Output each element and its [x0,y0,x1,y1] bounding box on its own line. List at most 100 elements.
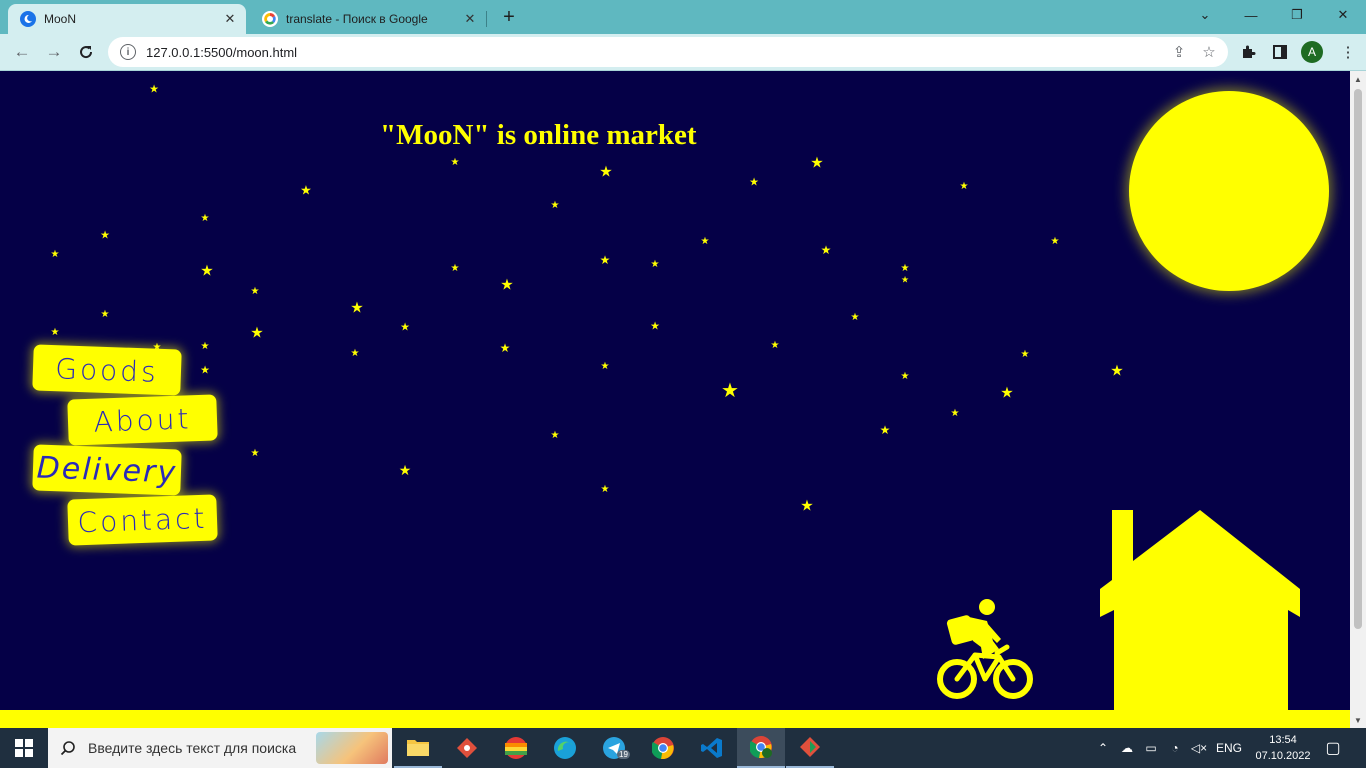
telegram-unread-badge: 19 [617,750,630,759]
reload-icon[interactable] [72,38,100,66]
page-viewport: ★ ★ ★ ★ ★ ★ ★ ★ ★ ★ ★ ★ ★ ★ ★ ★ ★ ★ ★ ★ ★ ★ ★ ★ ★ ★ ★ ★ ★ ★ ★ ★ ★ ★ ★ ★ ★ ★ ★ ★… [0,71,1350,728]
star: ★ [450,157,460,168]
tab-title: translate - Поиск в Google [286,12,428,26]
vscode-icon[interactable] [688,728,736,768]
back-icon[interactable]: ← [8,38,36,66]
star: ★ [250,448,260,459]
star: ★ [959,181,969,192]
star: ★ [650,320,660,333]
star: ★ [200,341,210,352]
search-placeholder: Введите здесь текст для поиска [88,740,297,756]
clock-time: 13:54 [1269,734,1297,746]
side-panel-icon[interactable] [1268,40,1292,64]
browser-menu-icon[interactable]: ⋮ [1336,40,1360,64]
star: ★ [650,259,660,270]
battery-icon[interactable]: ▭ [1140,728,1162,768]
star: ★ [1050,236,1060,247]
search-icon [48,740,88,756]
star: ★ [200,364,210,377]
forward-icon[interactable]: → [40,38,68,66]
tab-search-button[interactable]: ⌄ [1182,2,1228,28]
close-tab-icon[interactable]: ✕ [460,9,480,29]
windows-taskbar: Введите здесь текст для поиска 19 ⌃ ☁ ▭ … [0,728,1366,768]
star: ★ [300,182,312,198]
site-info-icon[interactable]: i [120,44,136,60]
profile-avatar[interactable]: A [1301,41,1323,63]
minimize-button[interactable]: — [1228,2,1274,28]
contact-button[interactable]: Contact [67,494,218,546]
volume-muted-icon[interactable]: ◁× [1188,728,1210,768]
star: ★ [900,263,910,274]
star: ★ [749,176,759,189]
onedrive-icon[interactable]: ☁ [1116,728,1138,768]
tab-moon[interactable]: MooN ✕ [8,4,246,34]
star: ★ [550,430,560,441]
goods-button[interactable]: Goods [32,344,182,396]
ground-strip [0,710,1350,728]
input-language[interactable]: ENG [1212,728,1246,768]
delivery-button[interactable]: Delivery [32,444,182,496]
star: ★ [900,274,910,285]
git-gui-icon[interactable] [786,728,834,768]
bookmark-star-icon[interactable]: ☆ [1198,41,1220,63]
star: ★ [1110,362,1124,380]
star: ★ [250,286,260,297]
clock-date: 07.10.2022 [1255,750,1311,762]
taskbar-search-box[interactable]: Введите здесь текст для поиска [48,728,392,768]
scrollbar-thumb[interactable] [1354,89,1362,629]
git-tool-icon[interactable] [443,728,491,768]
close-tab-icon[interactable]: ✕ [220,9,240,29]
star: ★ [600,484,610,495]
star: ★ [149,83,159,96]
browser-toolbar: ← → i 127.0.0.1:5500/moon.html ⇪ ☆ A ⋮ [0,34,1366,71]
show-hidden-icons-icon[interactable]: ⌃ [1092,728,1114,768]
star: ★ [250,324,264,342]
extensions-icon[interactable] [1236,40,1260,64]
new-tab-button[interactable]: + [497,6,521,28]
star: ★ [398,462,412,478]
edge-browser-icon[interactable] [541,728,589,768]
rainbow-app-icon[interactable] [492,728,540,768]
url-text: 127.0.0.1:5500/moon.html [146,44,298,60]
tab-title: MooN [44,12,77,26]
star: ★ [499,341,511,355]
restore-button[interactable]: ❐ [1274,2,1320,28]
page-headline: "MooN" is online market [380,119,697,151]
star: ★ [600,361,610,372]
star: ★ [770,340,780,351]
star: ★ [100,229,110,242]
scroll-down-icon[interactable]: ▼ [1350,712,1366,728]
star: ★ [400,321,410,334]
star: ★ [350,348,360,359]
star: ★ [550,200,560,211]
star: ★ [350,299,364,317]
star: ★ [100,309,110,320]
wifi-icon[interactable]: ◔ [1164,728,1186,768]
taskbar-clock[interactable]: 13:54 07.10.2022 [1255,732,1311,764]
close-window-button[interactable]: ✕ [1320,2,1366,28]
star: ★ [50,249,60,260]
tab-google-translate[interactable]: translate - Поиск в Google ✕ [250,4,486,34]
share-icon[interactable]: ⇪ [1168,41,1190,63]
star: ★ [900,371,910,382]
star: ★ [721,380,739,402]
scroll-up-icon[interactable]: ▲ [1350,71,1366,87]
star: ★ [850,312,860,323]
address-bar[interactable]: i 127.0.0.1:5500/moon.html ⇪ ☆ [108,37,1228,67]
windows-start-button[interactable] [0,728,48,768]
notifications-icon[interactable]: ▢ [1318,728,1348,768]
about-button[interactable]: About [67,394,218,446]
star: ★ [200,213,210,224]
star: ★ [1000,384,1014,402]
file-explorer-icon[interactable] [394,728,442,768]
telegram-icon[interactable]: 19 [590,728,638,768]
star: ★ [599,253,611,267]
chrome-icon[interactable] [639,728,687,768]
star: ★ [800,497,814,515]
chrome-profile-active-icon[interactable] [737,728,785,768]
house-icon [1100,510,1300,711]
tab-separator [486,11,487,27]
page-scrollbar[interactable]: ▲ ▼ [1350,71,1366,728]
star: ★ [500,276,514,294]
star: ★ [50,327,60,338]
